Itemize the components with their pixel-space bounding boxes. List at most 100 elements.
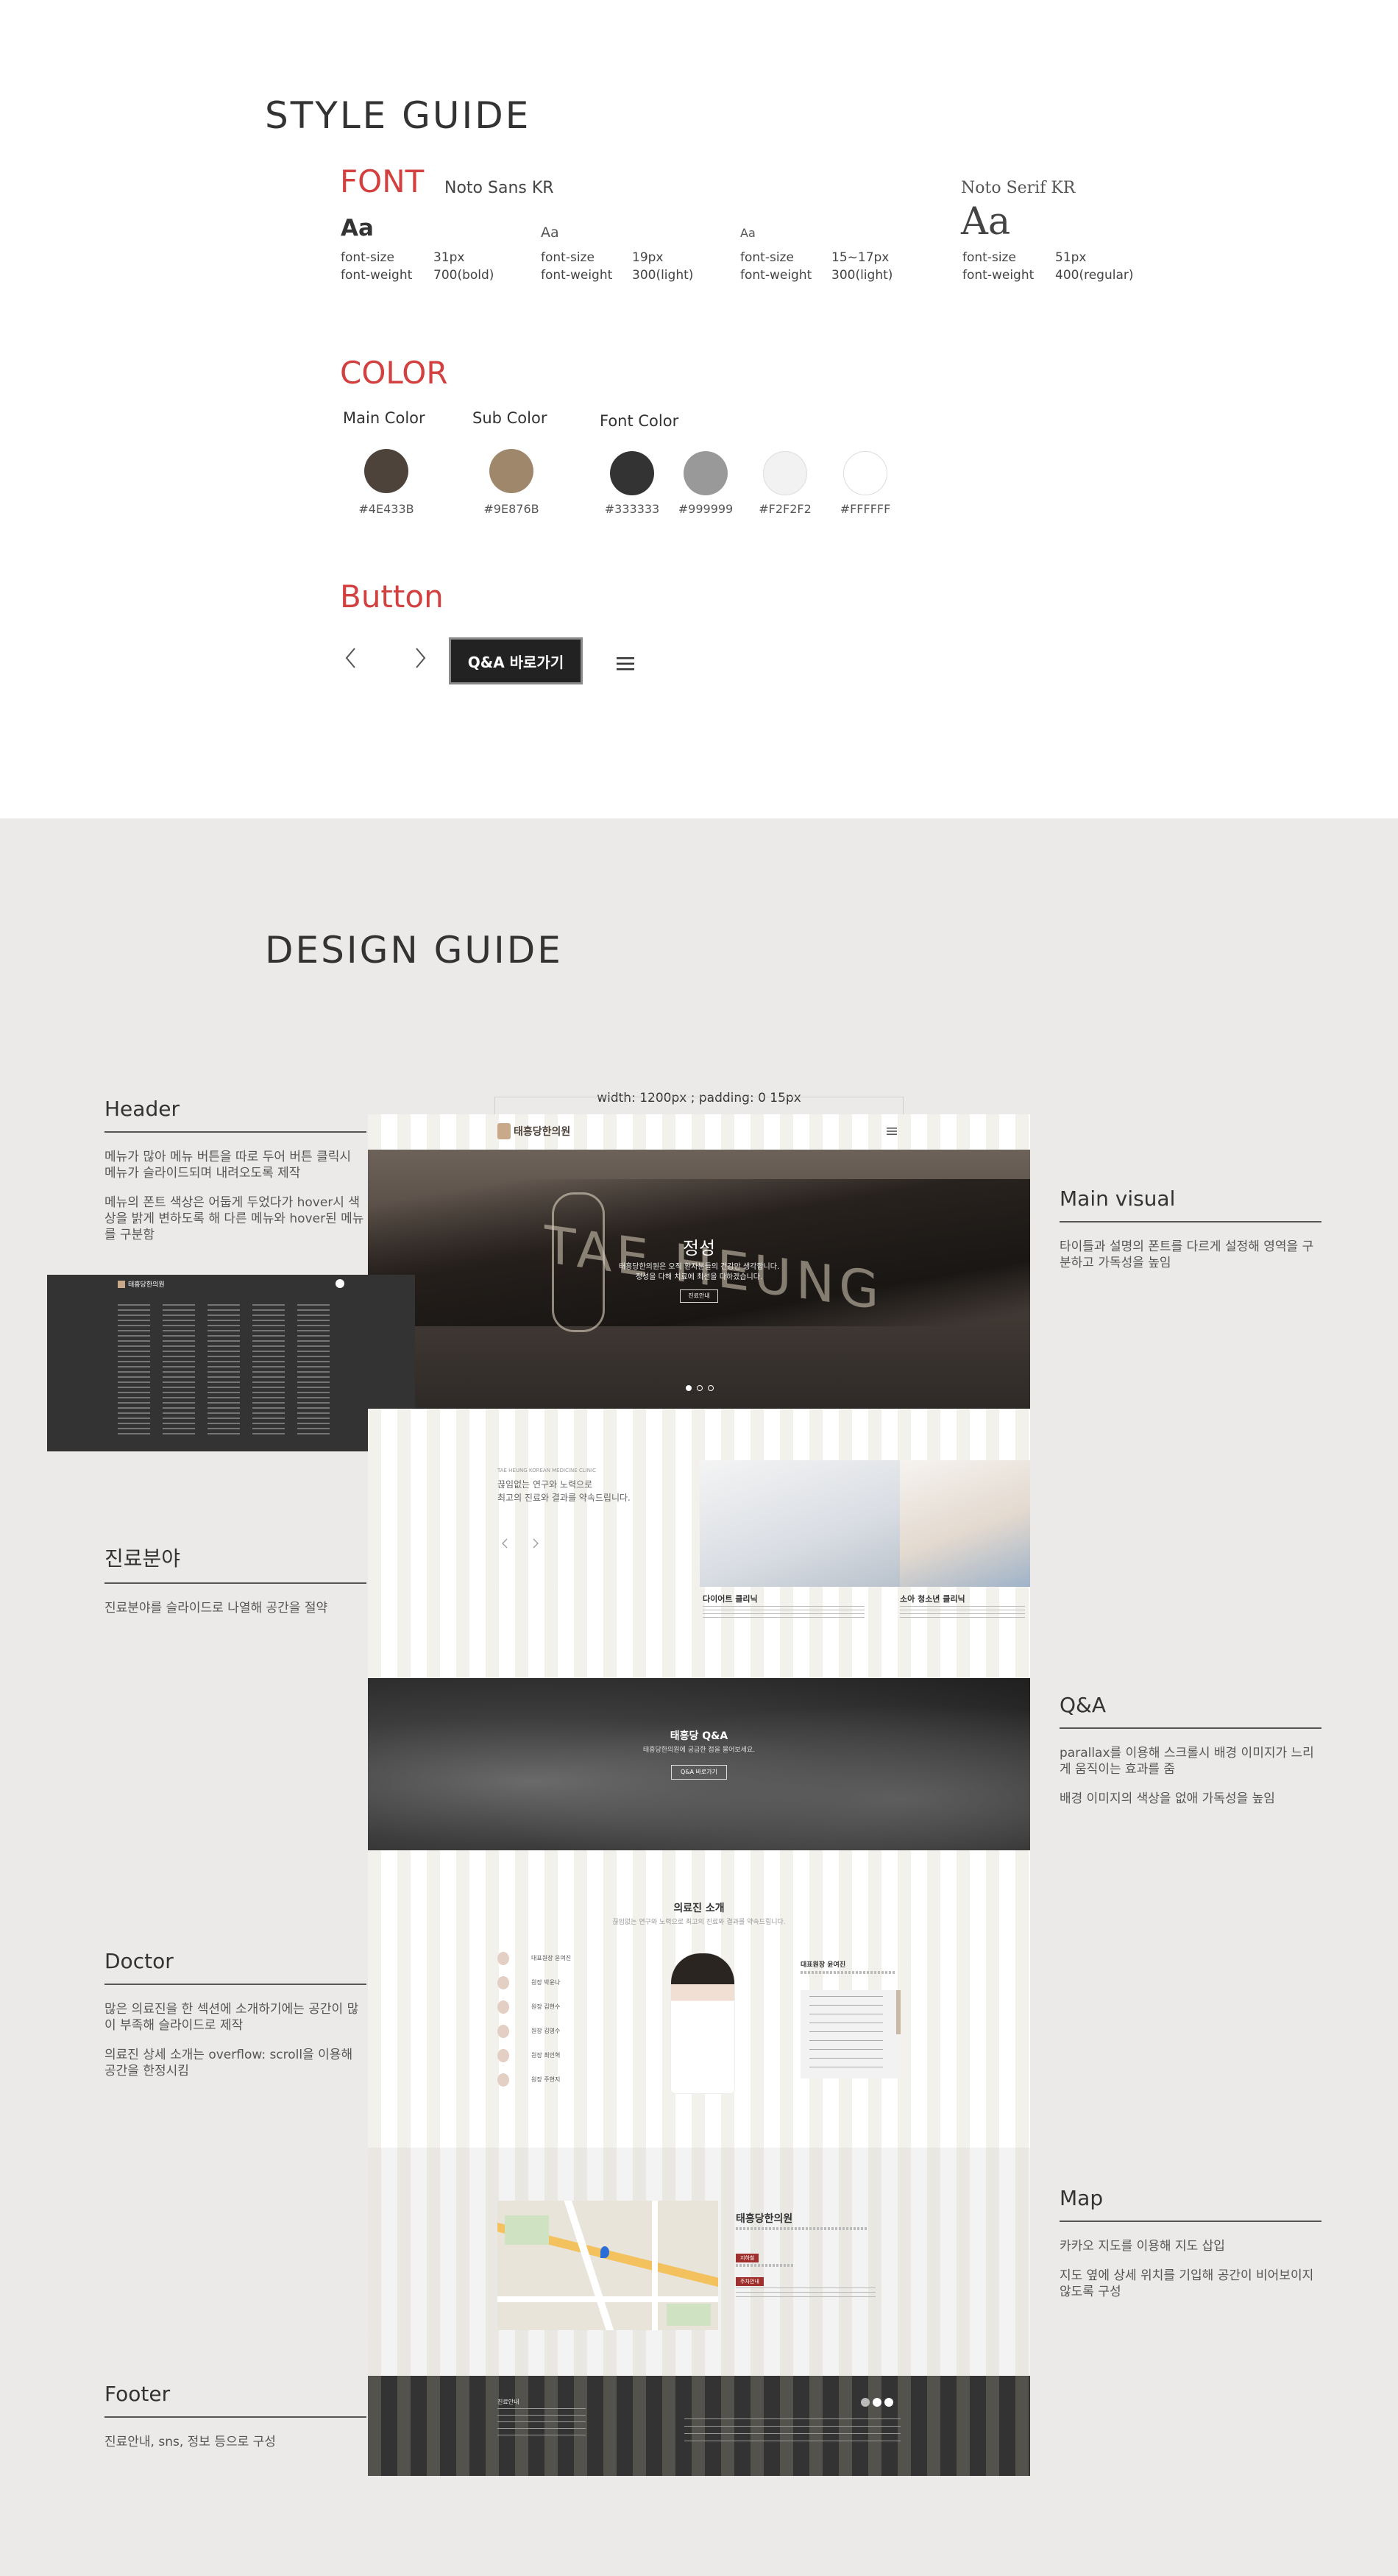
swatch-hex: #999999: [678, 502, 734, 516]
mock-qa-section: 태흥당 Q&A 태흥당한의원에 궁금한 점을 물어보세요. Q&A 바로가기: [368, 1678, 1030, 1850]
serif-font-name: Noto Serif KR: [961, 179, 1076, 197]
font-sample-light-19: Aa: [541, 224, 559, 241]
mock-footer-title: 진료안내: [497, 2399, 519, 2405]
doctor-list-item[interactable]: 원장 김영수: [497, 2019, 571, 2043]
mock-qa-sub: 태흥당한의원에 궁금한 점을 물어보세요.: [642, 1747, 756, 1754]
note-map: Map 카카오 지도를 이용해 지도 삽입 지도 옆에 상세 위치를 기입해 공…: [1060, 2186, 1321, 2300]
kakao-map[interactable]: [497, 2201, 718, 2330]
chevron-left-icon[interactable]: [344, 647, 356, 669]
font-spec-light-15: font-size 15~17px font-weight 300(light): [740, 250, 893, 283]
note-doctor: Doctor 많은 의료진을 한 섹션에 소개하기에는 공간이 많이 부족해 슬…: [104, 1949, 366, 2079]
youtube-icon[interactable]: [884, 2398, 893, 2407]
mock-clinic-section: TAE HEUNG KOREAN MEDICINE CLINIC 끊임없는 연구…: [368, 1409, 1030, 1678]
chevron-right-icon[interactable]: [415, 647, 427, 669]
slider-dot[interactable]: [686, 1385, 692, 1391]
style-guide-title: STYLE GUIDE: [265, 94, 531, 137]
overlay-logo-text: 태흥당한의원: [128, 1281, 165, 1289]
note-clinic: 진료분야 진료분야를 슬라이드로 나열해 공간을 절약: [104, 1543, 366, 1616]
overlay-logo-icon: [118, 1281, 125, 1288]
mock-main-visual: TAE HEUNG 정성 태흥당한의원은 오직 환자분들의 건강만 생각합니다.…: [368, 1150, 1030, 1409]
doctor-detail-scroll[interactable]: [801, 1990, 901, 2078]
slider-dot[interactable]: [697, 1385, 703, 1391]
swatch-main: [364, 449, 408, 493]
note-header: Header 메뉴가 많아 메뉴 버튼을 따로 두어 버튼 클릭시 메뉴가 슬라…: [104, 1097, 366, 1243]
font-spec-serif: font-size 51px font-weight 400(regular): [962, 250, 1134, 283]
doctor-portrait: [671, 1953, 734, 2093]
kids-clinic-image[interactable]: [900, 1460, 1030, 1587]
doctor-list-item[interactable]: 원장 최인혁: [497, 2043, 571, 2067]
width-indicator: [494, 1097, 904, 1114]
font-section-label: FONT: [340, 163, 425, 199]
mock-qa-title: 태흥당 Q&A: [670, 1730, 728, 1742]
mock-header: 태흥당한의원: [368, 1114, 1030, 1150]
footer-info: [684, 2418, 901, 2448]
swatch-hex: #333333: [604, 502, 660, 516]
note-footer: Footer 진료안내, sns, 정보 등으로 구성: [104, 2382, 366, 2450]
mock-menu-icon[interactable]: [887, 1127, 897, 1136]
main-color-label: Main Color: [343, 409, 425, 427]
doctor-list: 대표원장 윤여진 원장 박윤나 원장 김현수 원장 김영수 원장 최인혁 원장 …: [497, 1946, 571, 2092]
overlay-menu-links: [118, 1304, 338, 1437]
sans-font-name: Noto Sans KR: [444, 179, 554, 197]
swatch-sub: [489, 449, 533, 493]
mock-doctor-title: 의료진 소개: [673, 1903, 725, 1914]
mock-doctor-section: 의료진 소개 끊임없는 연구와 노력으로 최고의 진료와 결과를 약속드립니다.…: [368, 1850, 1030, 2148]
mock-clinic-eng: TAE HEUNG KOREAN MEDICINE CLINIC: [497, 1468, 596, 1473]
sub-color-label: Sub Color: [472, 409, 547, 427]
scrollbar[interactable]: [896, 1990, 901, 2034]
swatch-hex: #9E876B: [483, 502, 539, 516]
swatch-hex: #FFFFFF: [840, 502, 891, 516]
swatch-hex: #F2F2F2: [759, 502, 812, 516]
button-section-label: Button: [340, 578, 444, 615]
hamburger-menu-icon[interactable]: [617, 656, 636, 672]
diet-clinic-image[interactable]: [700, 1460, 900, 1587]
mock-menu-overlay: 태흥당한의원: [47, 1275, 415, 1451]
mock-visual-title: 정성: [682, 1238, 716, 1259]
swatch-font-gray: [684, 451, 728, 495]
mock-doctor-sub: 끊임없는 연구와 노력으로 최고의 진료와 결과를 약속드립니다.: [612, 1919, 786, 1926]
qa-shortcut-button[interactable]: Q&A 바로가기: [449, 637, 583, 684]
font-sample-bold: Aa: [341, 215, 374, 241]
doctor-card-title: 대표원장 윤여진: [801, 1961, 846, 1969]
font-color-label: Font Color: [600, 412, 679, 430]
mock-footer: 진료안내: [368, 2376, 1030, 2476]
mock-next-icon[interactable]: [533, 1538, 539, 1549]
color-section-label: COLOR: [340, 355, 448, 391]
card-title: 소아 청소년 클리닉: [900, 1594, 965, 1604]
mock-visual-sub2: 정성을 다해 치료에 최선을 다하겠습니다.: [635, 1273, 763, 1281]
close-icon[interactable]: [336, 1279, 344, 1288]
footer-hours: [497, 2408, 586, 2441]
font-sample-light-15: Aa: [740, 226, 756, 240]
doctor-list-item[interactable]: 원장 주현지: [497, 2067, 571, 2092]
swatch-hex: #4E433B: [358, 502, 414, 516]
font-spec-light-19: font-size 19px font-weight 300(light): [541, 250, 694, 283]
doctor-list-item[interactable]: 대표원장 윤여진: [497, 1946, 571, 1970]
doctor-list-item[interactable]: 원장 박윤나: [497, 1970, 571, 1995]
swatch-font-dark: [610, 451, 654, 495]
mock-qa-button[interactable]: Q&A 바로가기: [671, 1765, 727, 1780]
doctor-list-item[interactable]: 원장 김현수: [497, 1995, 571, 2019]
mock-logo-text: 태흥당한의원: [514, 1126, 571, 1138]
map-badge: 지하철: [736, 2254, 759, 2262]
font-spec-bold: font-size 31px font-weight 700(bold): [341, 250, 494, 283]
mock-clinic-line1: 끊임없는 연구와 노력으로: [497, 1479, 593, 1490]
note-main-visual: Main visual 타이틀과 설명의 폰트를 다르게 설정해 영역을 구분하…: [1060, 1186, 1321, 1271]
design-guide-title: DESIGN GUIDE: [265, 929, 563, 972]
card-description: [900, 1606, 1025, 1618]
mock-map-section: 태흥당한의원 지하철 주차안내: [368, 2148, 1030, 2376]
slider-dot[interactable]: [708, 1385, 714, 1391]
map-marker-icon: [600, 2246, 609, 2258]
swatch-font-light: [763, 451, 807, 495]
card-title: 다이어트 클리닉: [703, 1594, 758, 1604]
mock-visual-sub1: 태흥당한의원은 오직 환자분들의 건강만 생각합니다.: [618, 1263, 780, 1271]
card-description: [703, 1606, 865, 1618]
naver-icon[interactable]: [873, 2398, 881, 2407]
mock-prev-icon[interactable]: [502, 1538, 508, 1549]
map-badge: 주차안내: [736, 2277, 764, 2286]
swatch-font-white: [843, 451, 887, 495]
mock-visual-button[interactable]: 진료안내: [680, 1289, 718, 1303]
instagram-icon[interactable]: [861, 2398, 870, 2407]
font-sample-serif: Aa: [961, 200, 1011, 244]
logo-mark-icon: [497, 1123, 511, 1139]
note-qa: Q&A parallax를 이용해 스크롤시 배경 이미지가 느리게 움직이는 …: [1060, 1693, 1321, 1807]
